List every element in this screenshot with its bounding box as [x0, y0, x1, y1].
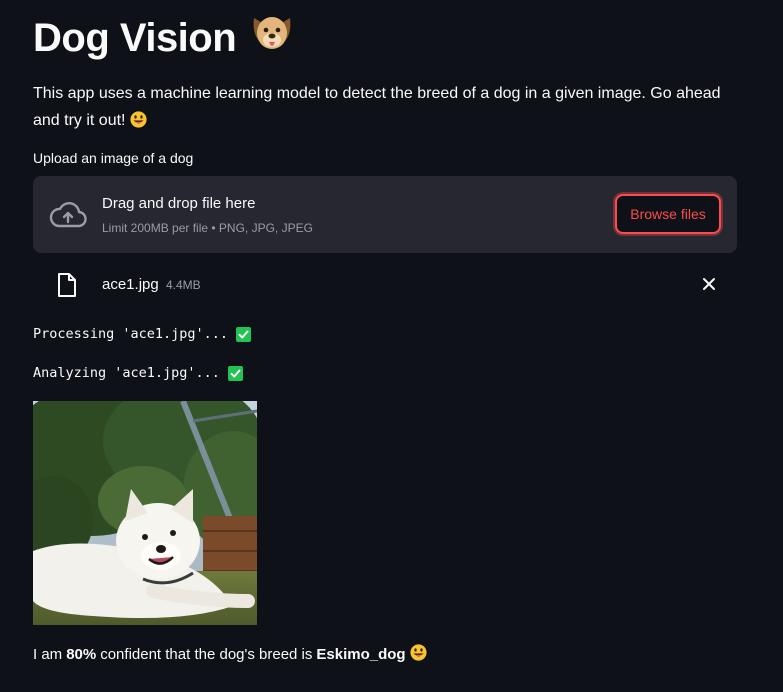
file-name: ace1.jpg: [102, 276, 159, 293]
intro-paragraph: This app uses a machine learning model t…: [33, 80, 745, 134]
analyzing-status-text: Analyzing 'ace1.jpg'...: [33, 365, 220, 381]
browse-files-button[interactable]: Browse files: [615, 194, 721, 234]
upload-label: Upload an image of a dog: [33, 150, 194, 166]
confidence-value: 80%: [66, 646, 97, 663]
file-size: 4.4MB: [166, 278, 201, 292]
check-mark-icon: [227, 365, 243, 381]
uploaded-file-row: ace1.jpg 4.4MB: [33, 268, 737, 302]
breed-name: Eskimo_dog: [316, 646, 406, 663]
grinning-tongue-face-icon: [130, 107, 147, 134]
dropzone-limit-text: Limit 200MB per file • PNG, JPG, JPEG: [102, 221, 313, 235]
check-mark-icon: [236, 326, 252, 342]
grinning-tongue-face-icon: [410, 644, 427, 665]
file-icon: [58, 273, 76, 297]
dog-face-icon: [250, 12, 294, 64]
result-prefix: I am: [33, 646, 63, 663]
title-text: Dog Vision: [33, 15, 237, 60]
remove-file-close-icon[interactable]: [699, 274, 719, 294]
file-dropzone[interactable]: Drag and drop file here Limit 200MB per …: [33, 176, 737, 253]
cloud-upload-icon: [49, 202, 87, 228]
processing-status: Processing 'ace1.jpg'...: [33, 326, 252, 342]
prediction-result: I am 80% confident that the dog's breed …: [33, 644, 427, 665]
app-page: Dog Vision This app uses a machine learn…: [0, 0, 783, 692]
processing-status-text: Processing 'ace1.jpg'...: [33, 326, 229, 342]
uploaded-dog-photo: [33, 401, 257, 625]
dropzone-instructions: Drag and drop file here: [102, 195, 256, 212]
result-middle: confident that the dog's breed is: [100, 646, 313, 663]
page-title: Dog Vision: [33, 12, 294, 64]
analyzing-status: Analyzing 'ace1.jpg'...: [33, 365, 243, 381]
